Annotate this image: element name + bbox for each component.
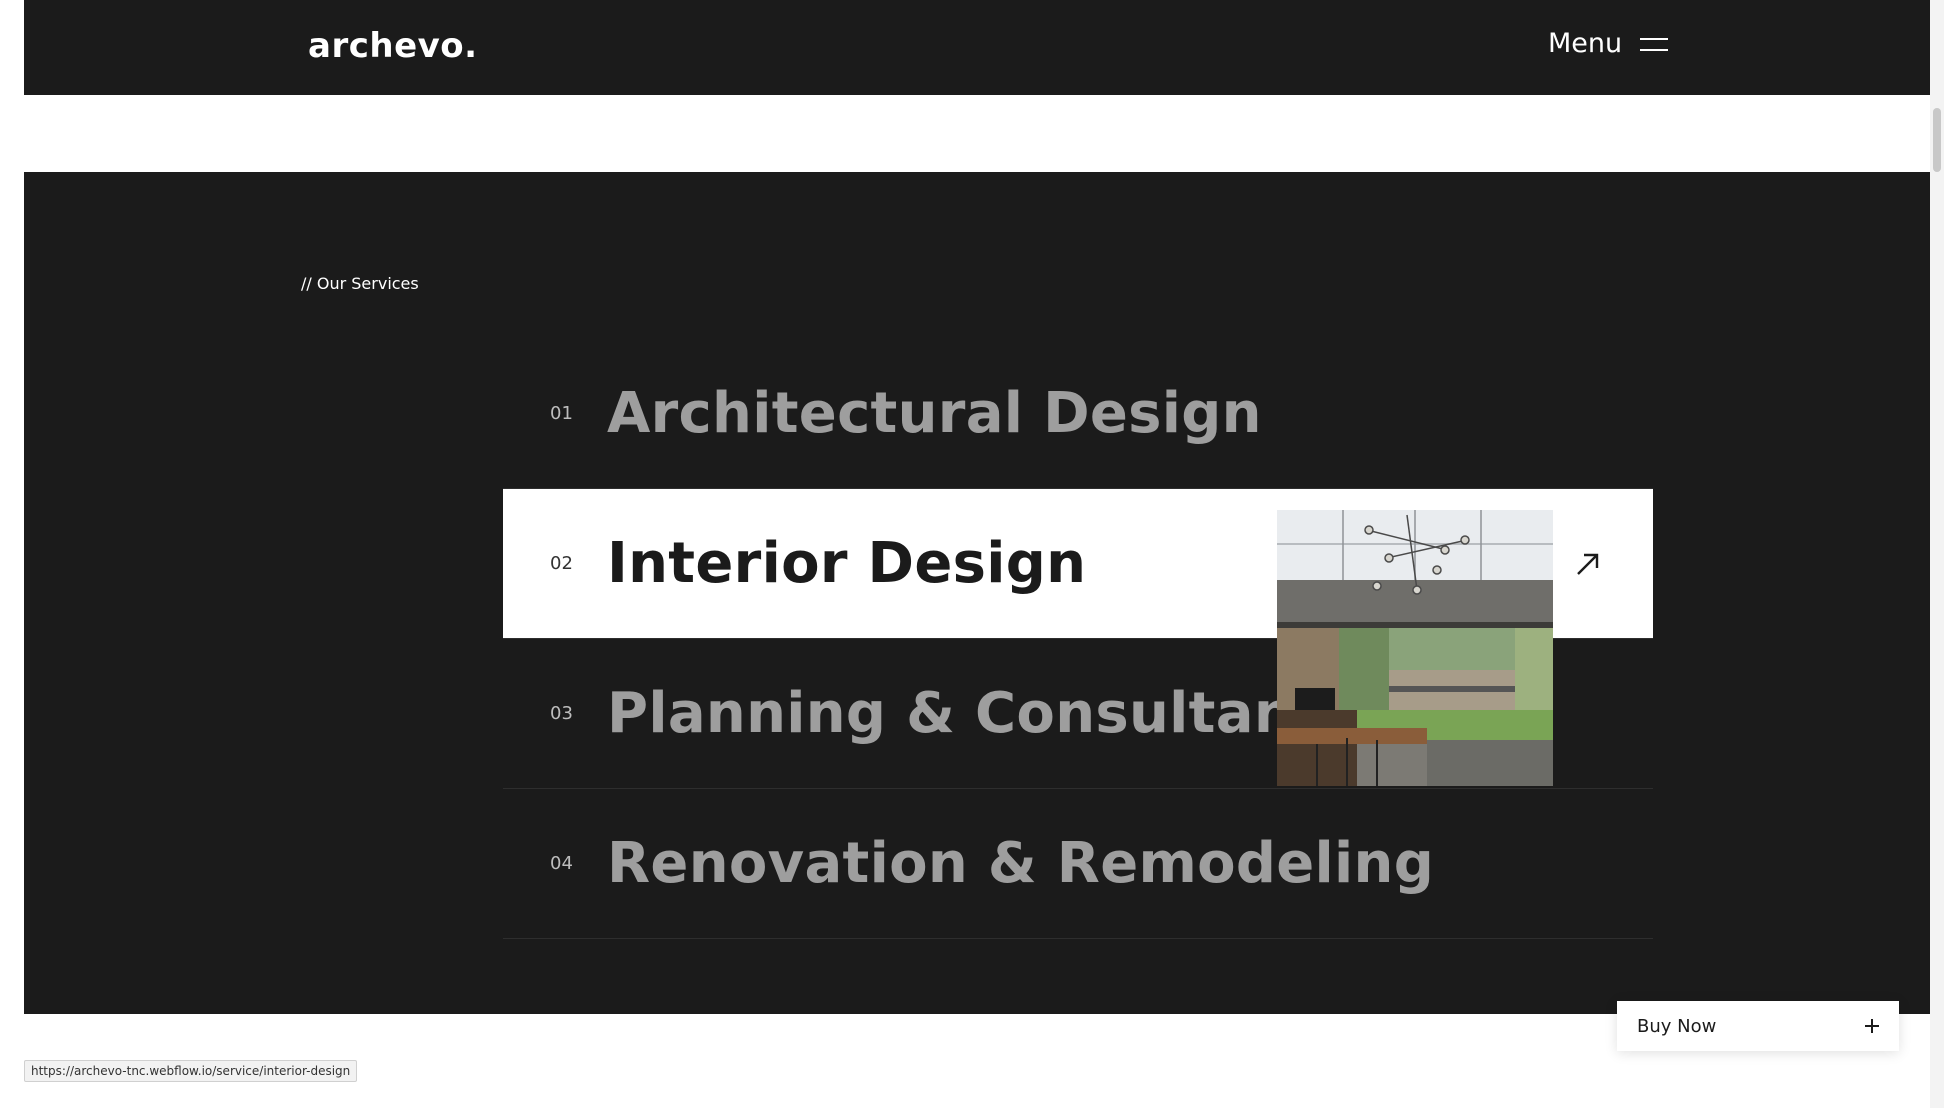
menu-label: Menu [1548,28,1623,59]
service-item-architectural-design[interactable]: 01 Architectural Design [503,339,1653,489]
logo[interactable]: archevo. [308,26,478,66]
menu-icon [1640,34,1669,54]
section-eyebrow: // Our Services [301,274,419,293]
arrow-up-right-icon [1577,553,1599,575]
site-header: archevo. Menu [24,0,1930,95]
scrollbar-thumb[interactable] [1933,108,1941,172]
service-number: 01 [550,403,573,424]
plus-icon [1865,1019,1879,1033]
service-number: 04 [550,853,573,874]
page: archevo. Menu // Our Services 01 Archite… [0,0,1944,1108]
service-number: 03 [550,703,573,724]
buy-now-button[interactable]: Buy Now [1617,1001,1899,1051]
menu-button[interactable]: Menu [1548,28,1669,59]
service-title: Renovation & Remodeling [607,831,1435,896]
service-item-renovation-remodeling[interactable]: 04 Renovation & Remodeling [503,789,1653,939]
services-section: // Our Services 01 Architectural Design … [24,172,1930,1014]
service-number: 02 [550,553,573,574]
scrollbar[interactable] [1930,0,1944,1108]
buy-now-label: Buy Now [1637,1015,1717,1037]
service-title: Interior Design [607,531,1087,596]
service-title: Planning & Consultancy [607,681,1365,746]
service-preview-image [1277,510,1553,786]
service-title: Architectural Design [607,381,1262,446]
link-status-bar: https://archevo-tnc.webflow.io/service/i… [24,1060,358,1082]
